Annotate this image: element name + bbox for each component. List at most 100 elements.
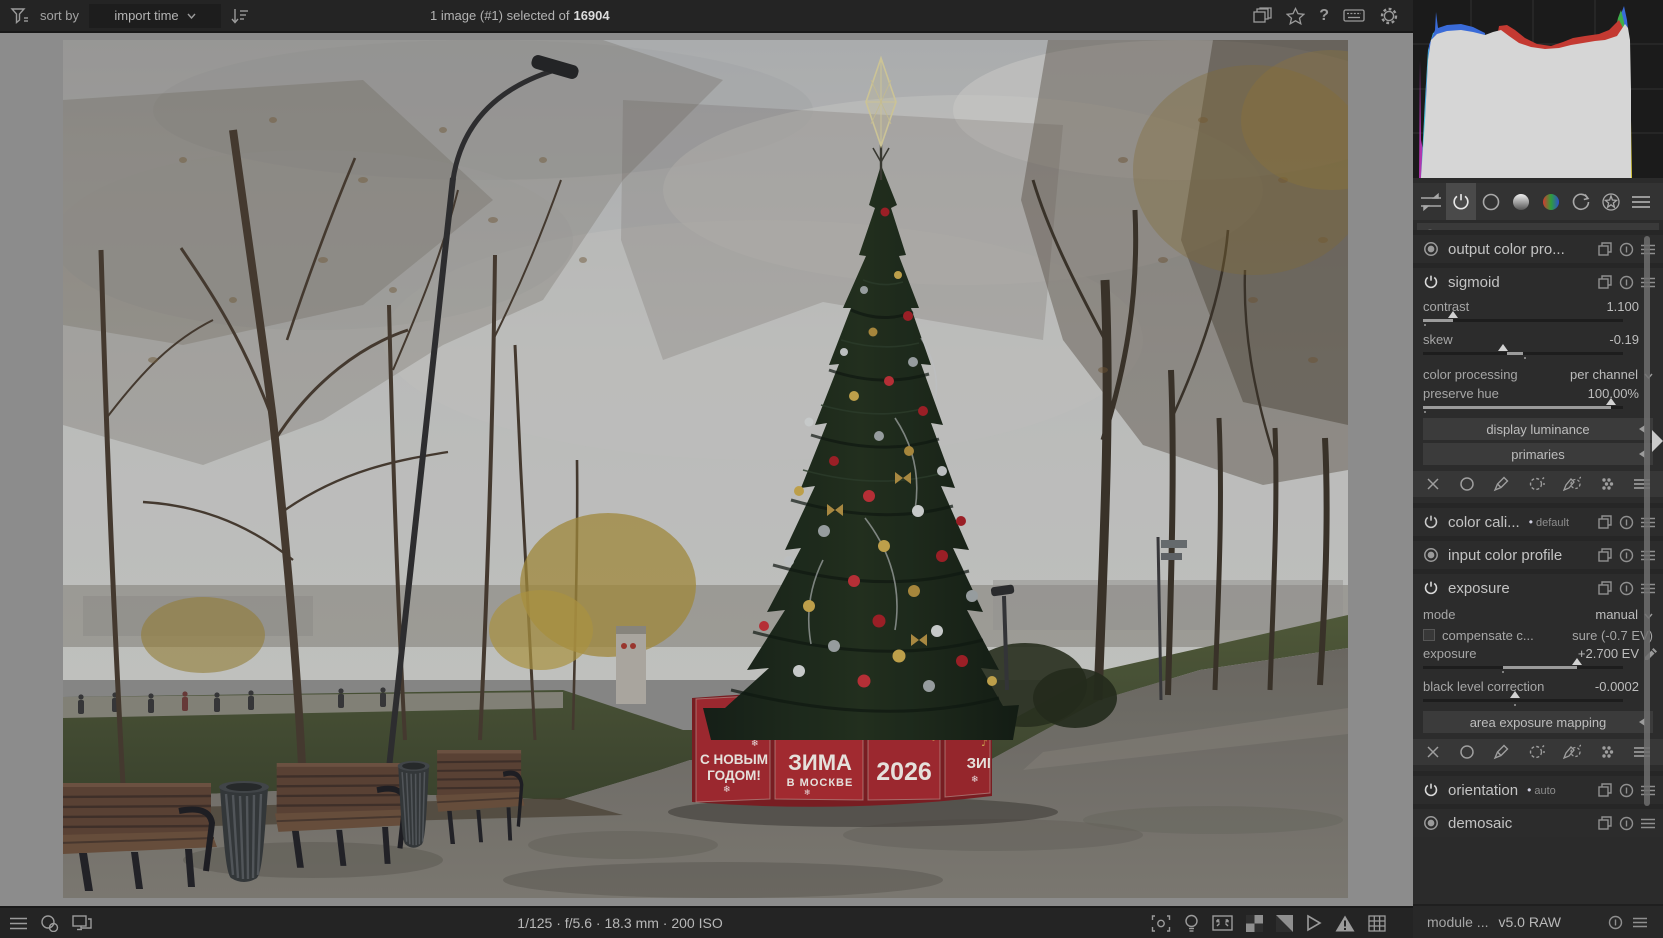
- top-bar: sort by import time 1 image (#1) selecte…: [0, 0, 1413, 33]
- multi-instance-icon[interactable]: [1598, 548, 1612, 562]
- reset-icon[interactable]: [1619, 548, 1634, 563]
- reset-icon[interactable]: [1619, 242, 1634, 257]
- mask-uniform-icon[interactable]: [1459, 744, 1475, 760]
- multi-instance-icon[interactable]: [1598, 581, 1612, 595]
- reset-icon[interactable]: [1619, 783, 1634, 798]
- chevron-down-icon: [187, 13, 196, 19]
- module-header[interactable]: input color profile: [1413, 541, 1663, 569]
- mask-drawn-parametric-icon[interactable]: [1563, 744, 1581, 760]
- mask-off-icon[interactable]: [1426, 745, 1440, 759]
- tab-basic-group[interactable]: [1476, 183, 1506, 220]
- power-icon[interactable]: [1423, 274, 1439, 290]
- black-level-slider[interactable]: black level correction-0.0002: [1413, 678, 1663, 702]
- color-processing-select[interactable]: color processing per channel: [1413, 364, 1663, 385]
- power-icon[interactable]: [1423, 514, 1439, 530]
- image-count: 16904: [573, 8, 609, 23]
- tab-enabled-modules[interactable]: [1446, 183, 1476, 220]
- presets-menu-icon[interactable]: [1626, 183, 1656, 220]
- skew-slider[interactable]: skew-0.19: [1413, 331, 1663, 355]
- reset-icon[interactable]: [1608, 915, 1623, 930]
- presets-icon[interactable]: [1641, 818, 1655, 829]
- window-stack-icon[interactable]: [1253, 7, 1272, 24]
- power-icon[interactable]: [1423, 580, 1439, 596]
- preserve-hue-slider[interactable]: preserve hue100.00%: [1413, 385, 1663, 409]
- mask-off-icon[interactable]: [1426, 477, 1440, 491]
- sort-field-select[interactable]: import time: [89, 4, 221, 28]
- fit-view-icon[interactable]: [1212, 915, 1233, 931]
- multi-instance-icon[interactable]: [1598, 783, 1612, 797]
- guides-overlay-icon[interactable]: [1368, 915, 1386, 932]
- multi-instance-icon[interactable]: [1598, 515, 1612, 529]
- overexposure-icon[interactable]: [1246, 915, 1263, 932]
- modules-list: output color pro... sigmoid: [1413, 230, 1663, 904]
- tab-tone-group[interactable]: [1506, 183, 1536, 220]
- module-header[interactable]: sigmoid: [1413, 268, 1663, 296]
- panel-collapse-handle[interactable]: [1652, 430, 1663, 452]
- exif-summary: 1/125 · f/5.6 · 18.3 mm · 200 ISO: [517, 908, 722, 938]
- tab-correction-group[interactable]: [1566, 183, 1596, 220]
- module-orientation: orientation • auto: [1413, 771, 1663, 804]
- histogram[interactable]: [1413, 0, 1663, 178]
- compensate-camera-exposure-row[interactable]: compensate c... sure (-0.7 EV): [1413, 625, 1663, 645]
- exposure-mode-select[interactable]: mode manual: [1413, 604, 1663, 625]
- color-assessment-icon[interactable]: [1184, 914, 1199, 933]
- module-header[interactable]: exposure: [1413, 574, 1663, 602]
- module-order-footer[interactable]: module ... v5.0 RAW: [1413, 904, 1663, 938]
- mask-uniform-icon[interactable]: [1459, 476, 1475, 492]
- multi-instance-icon[interactable]: [1598, 275, 1612, 289]
- raw-overexposure-icon[interactable]: [1276, 915, 1293, 932]
- always-on-icon: [1423, 547, 1439, 563]
- panel-scrollbar[interactable]: [1644, 236, 1650, 806]
- bottom-bar: 1/125 · f/5.6 · 18.3 mm · 200 ISO: [0, 906, 1413, 938]
- module-header[interactable]: output color pro...: [1413, 235, 1663, 263]
- softproof-icon[interactable]: [1306, 914, 1322, 932]
- mask-parametric-icon[interactable]: [1528, 744, 1545, 760]
- mask-drawn-icon[interactable]: [1493, 744, 1509, 760]
- module-header[interactable]: orientation • auto: [1413, 776, 1663, 804]
- contrast-slider[interactable]: contrast1.100: [1413, 298, 1663, 322]
- tab-color-group[interactable]: [1536, 183, 1566, 220]
- reset-icon[interactable]: [1619, 275, 1634, 290]
- help-icon[interactable]: ?: [1319, 7, 1329, 25]
- module-label: input color profile: [1448, 547, 1562, 564]
- presets-icon[interactable]: [1633, 917, 1647, 928]
- focus-peaking-icon[interactable]: [1151, 915, 1171, 932]
- mask-parametric-icon[interactable]: [1528, 476, 1545, 492]
- blend-mask-row: [1413, 471, 1663, 497]
- module-exposure: exposure mode manual: [1413, 569, 1663, 771]
- exposure-slider[interactable]: exposure +2.700 EV: [1413, 645, 1663, 669]
- tab-effects-group[interactable]: [1596, 183, 1626, 220]
- display-luminance-button[interactable]: display luminance: [1423, 418, 1653, 440]
- filter-icon[interactable]: [10, 7, 30, 25]
- sort-order-icon[interactable]: [231, 8, 249, 24]
- mask-raster-icon[interactable]: [1600, 476, 1616, 492]
- star-icon[interactable]: [1286, 7, 1305, 25]
- power-icon[interactable]: [1423, 782, 1439, 798]
- reset-icon[interactable]: [1619, 816, 1634, 831]
- photo-christmas-tree-park[interactable]: ❄❄ ❄❄ ❄❄ ❄❄ ❄❄ ♪ ♪ ♪ ♪ С НОВЫМ ГОДОМ! ЗИ…: [63, 40, 1348, 898]
- module-sigmoid: sigmoid contrast1.100 skew-0.19: [1413, 263, 1663, 503]
- mask-raster-icon[interactable]: [1600, 744, 1616, 760]
- keyboard-icon[interactable]: [1343, 8, 1365, 23]
- multi-instance-icon[interactable]: [1598, 242, 1612, 256]
- compensate-checkbox[interactable]: [1423, 629, 1435, 641]
- primaries-button[interactable]: primaries: [1423, 443, 1653, 465]
- overlapping-circles-icon[interactable]: [40, 915, 59, 932]
- multi-instance-icon[interactable]: [1598, 816, 1612, 830]
- gamut-check-icon[interactable]: [1335, 915, 1355, 932]
- sort-by-label: sort by: [40, 8, 79, 23]
- mask-drawn-parametric-icon[interactable]: [1563, 476, 1581, 492]
- area-exposure-mapping-button[interactable]: area exposure mapping: [1423, 711, 1653, 733]
- second-window-icon[interactable]: [72, 915, 92, 931]
- blend-mask-row: [1413, 739, 1663, 765]
- reset-icon[interactable]: [1619, 515, 1634, 530]
- tab-active-modules[interactable]: [1416, 183, 1446, 220]
- reset-icon[interactable]: [1619, 581, 1634, 596]
- module-header[interactable]: color cali... • default: [1413, 508, 1663, 536]
- selection-status: 1 image (#1) selected of16904: [430, 0, 610, 31]
- settings-gear-icon[interactable]: [1379, 6, 1399, 26]
- module-label: color cali...: [1448, 514, 1520, 531]
- mask-drawn-icon[interactable]: [1493, 476, 1509, 492]
- hamburger-menu-icon[interactable]: [10, 917, 27, 930]
- module-header[interactable]: demosaic: [1413, 809, 1663, 837]
